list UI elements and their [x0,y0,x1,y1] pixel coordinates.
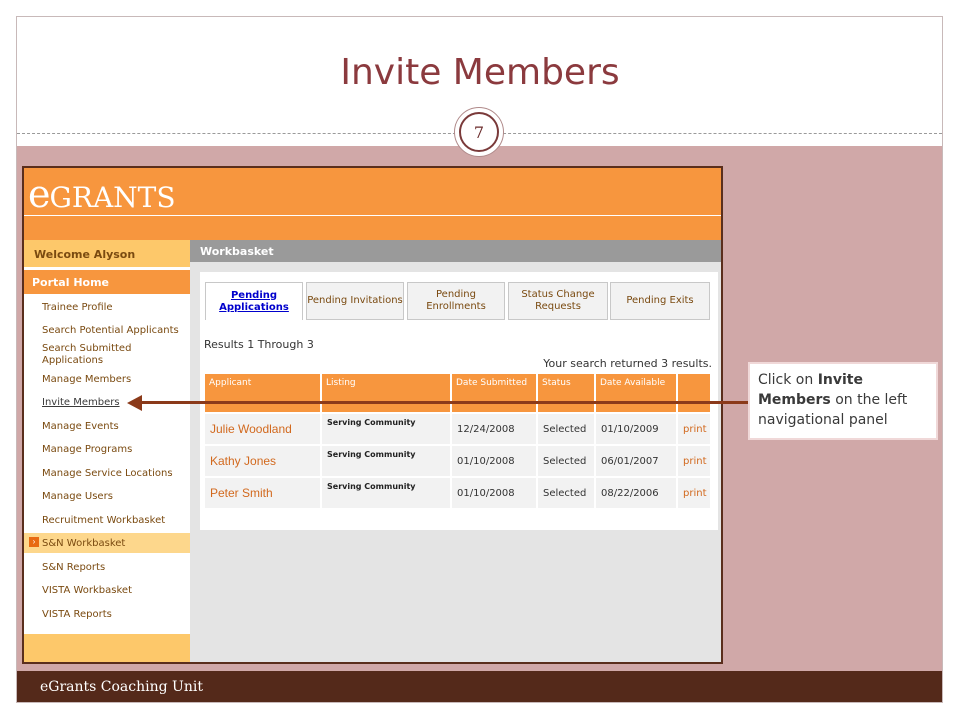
cell-applicant[interactable]: Kathy Jones [205,446,320,476]
nav-vista-reports[interactable]: VISTA Reports [42,609,112,621]
cell-date-submitted: 01/10/2008 [452,446,536,476]
cell-applicant[interactable]: Julie Woodland [205,414,320,444]
cell-date-available: 06/01/2007 [596,446,676,476]
print-link[interactable]: print [678,446,710,476]
nav-manage-users[interactable]: Manage Users [42,491,113,503]
col-date-submitted[interactable]: Date Submitted [452,374,536,412]
cell-applicant[interactable]: Peter Smith [205,478,320,508]
cell-listing[interactable]: Serving Community [322,414,450,444]
workbasket-title: Workbasket [200,245,274,258]
nav-invite-members[interactable]: Invite Members [42,397,120,409]
portal-home-label: Portal Home [32,276,110,289]
nav-manage-members[interactable]: Manage Members [42,374,131,386]
col-status[interactable]: Status [538,374,594,412]
arrow-left-icon [127,395,142,411]
nav-sn-reports[interactable]: S&N Reports [42,562,105,574]
pointer-arrow-line [140,401,748,404]
left-nav-panel: Welcome Alyson Portal Home Trainee Profi… [24,240,190,662]
tab-pending-applications[interactable]: Pending Applications [205,282,303,320]
col-action [678,374,710,412]
instruction-callout: Click on Invite Members on the left navi… [748,362,938,440]
nav-vista-workbasket[interactable]: VISTA Workbasket [42,585,132,597]
col-applicant[interactable]: Applicant [205,374,320,412]
nav-footer-bar [24,634,190,662]
cell-status: Selected [538,478,594,508]
welcome-bar: Welcome Alyson [24,240,190,267]
tab-pending-exits[interactable]: Pending Exits [610,282,710,320]
nav-trainee-profile[interactable]: Trainee Profile [42,302,113,314]
cell-date-submitted: 12/24/2008 [452,414,536,444]
col-date-available[interactable]: Date Available [596,374,676,412]
tab-pending-invitations[interactable]: Pending Invitations [306,282,404,320]
page-number-badge: 7 [454,107,504,157]
workbasket-header: Workbasket [190,240,721,262]
results-count: Your search returned 3 results. [543,357,712,370]
cell-status: Selected [538,414,594,444]
nav-manage-service-locations[interactable]: Manage Service Locations [42,468,173,480]
tab-status-change-requests[interactable]: Status Change Requests [508,282,608,320]
print-link[interactable]: print [678,478,710,508]
page-number: 7 [459,112,499,152]
nav-recruitment-workbasket[interactable]: Recruitment Workbasket [42,515,165,527]
cell-date-available: 08/22/2006 [596,478,676,508]
cell-date-available: 01/10/2009 [596,414,676,444]
cell-listing[interactable]: Serving Community [322,446,450,476]
nav-manage-programs[interactable]: Manage Programs [42,444,132,456]
nav-sn-workbasket[interactable]: S&N Workbasket [42,538,125,550]
cell-listing[interactable]: Serving Community [322,478,450,508]
nav-search-submitted-applications[interactable]: Search Submitted Applications [42,343,182,367]
footer-text: eGrants Coaching Unit [40,679,203,695]
arrow-right-icon: › [29,537,39,547]
egrants-screenshot: eGRANTS Welcome Alyson Portal Home Train… [22,166,723,664]
header-banner: eGRANTS [24,168,721,240]
cell-date-submitted: 01/10/2008 [452,478,536,508]
portal-home-link[interactable]: Portal Home [24,270,190,294]
results-range: Results 1 Through 3 [204,338,314,351]
banner-divider [24,215,721,216]
tab-pending-enrollments[interactable]: Pending Enrollments [407,282,505,320]
egrants-logo: eGRANTS [28,172,176,216]
col-listing[interactable]: Listing [322,374,450,412]
nav-search-potential-applicants[interactable]: Search Potential Applicants [42,325,179,337]
cell-status: Selected [538,446,594,476]
nav-manage-events[interactable]: Manage Events [42,421,119,433]
welcome-text: Welcome Alyson [34,248,136,261]
slide-title: Invite Members [340,52,620,93]
print-link[interactable]: print [678,414,710,444]
